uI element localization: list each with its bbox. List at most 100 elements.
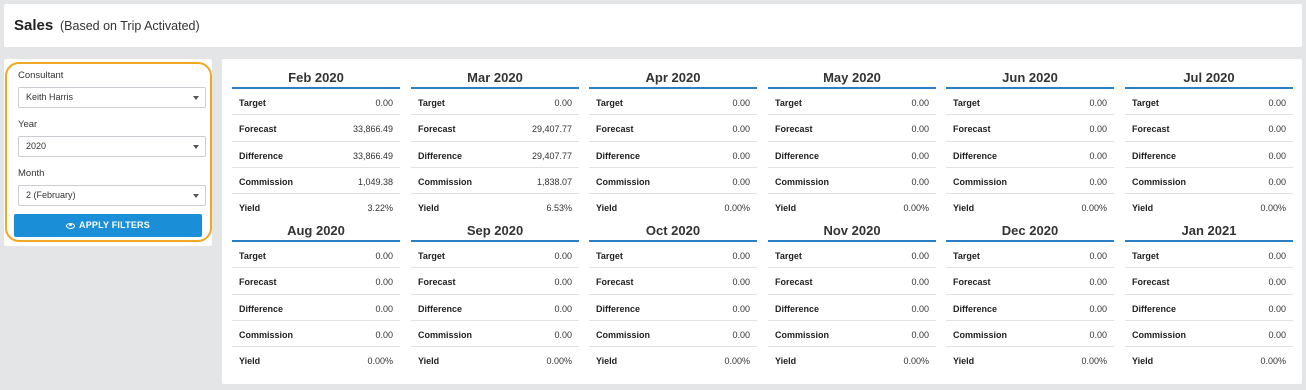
metric-value: 0.00% <box>903 203 929 214</box>
metric-value: 0.00 <box>554 329 572 340</box>
metric-label: Target <box>418 98 445 108</box>
metric-value: 0.00 <box>375 277 393 288</box>
metric-row: Target 0.00 <box>411 242 579 269</box>
month-title: Dec 2020 <box>946 220 1114 242</box>
metric-label: Difference <box>953 150 998 161</box>
metric-row: Commission 0.00 <box>946 321 1114 348</box>
metric-value: 0.00 <box>911 329 929 340</box>
metric-label: Forecast <box>418 124 456 135</box>
metric-value: 1,838.07 <box>536 176 572 187</box>
metric-value: 0.00 <box>911 176 929 187</box>
month-card: Sep 2020 Target 0.00 Forecast 0.00 Difference… <box>411 220 579 373</box>
year-select[interactable]: 2020 <box>18 136 206 157</box>
metric-row: Target 0.00 <box>768 89 936 116</box>
metric-label: Difference <box>239 303 284 314</box>
metric-label: Target <box>775 98 802 108</box>
metric-row: Yield 0.00% <box>1125 194 1293 220</box>
metric-row: Target 0.00 <box>1125 242 1293 269</box>
metric-value: 0.00 <box>554 98 572 108</box>
metric-label: Forecast <box>953 277 991 288</box>
year-label: Year <box>18 119 38 130</box>
month-title: Mar 2020 <box>411 67 579 89</box>
metric-value: 0.00 <box>732 251 750 261</box>
metric-row: Target 0.00 <box>946 242 1114 269</box>
metric-row: Difference 0.00 <box>768 142 936 168</box>
month-title: Oct 2020 <box>589 220 757 242</box>
metric-value: 33,866.49 <box>352 124 393 135</box>
page-subtitle: (Based on Trip Activated) <box>60 19 200 33</box>
metric-row: Target 0.00 <box>589 89 757 116</box>
page-title: Sales <box>14 17 54 34</box>
metric-row: Difference 0.00 <box>946 295 1114 321</box>
metric-label: Commission <box>953 176 1008 187</box>
metric-row: Target 0.00 <box>411 89 579 116</box>
metric-value: 0.00 <box>1089 176 1107 187</box>
metric-label: Yield <box>953 356 975 367</box>
consultant-select[interactable]: Keith Harris <box>18 87 206 108</box>
month-card: Feb 2020 Target 0.00 Forecast 33,866.49 Diffe… <box>232 67 400 220</box>
metric-value: 0.00 <box>732 176 750 187</box>
metric-value: 0.00 <box>554 303 572 314</box>
consultant-select-value: Keith Harris <box>26 92 74 102</box>
metric-row: Difference 33,866.49 <box>232 142 400 168</box>
metric-row: Commission 0.00 <box>1125 168 1293 195</box>
metric-label: Commission <box>775 329 830 340</box>
metric-value: 0.00 <box>1268 329 1286 340</box>
month-card: Dec 2020 Target 0.00 Forecast 0.00 Difference… <box>946 220 1114 373</box>
metric-value: 0.00% <box>546 356 572 367</box>
metric-label: Commission <box>239 176 294 187</box>
month-title: Aug 2020 <box>232 220 400 242</box>
metric-value: 0.00 <box>1089 303 1107 314</box>
apply-filters-button[interactable]: APPLY FILTERS <box>14 214 202 237</box>
metric-label: Difference <box>418 150 463 161</box>
metric-value: 0.00 <box>1089 150 1107 161</box>
metric-value: 0.00% <box>903 356 929 367</box>
metric-value: 0.00 <box>732 329 750 340</box>
metric-row: Commission 0.00 <box>589 321 757 348</box>
metric-label: Difference <box>239 150 284 161</box>
metric-label: Yield <box>596 356 618 367</box>
metric-row: Difference 0.00 <box>1125 295 1293 321</box>
metric-label: Yield <box>418 356 440 367</box>
metric-row: Difference 0.00 <box>232 295 400 321</box>
metric-label: Target <box>418 251 445 261</box>
metric-row: Yield 0.00% <box>411 347 579 373</box>
metric-value: 0.00 <box>911 251 929 261</box>
consultant-label: Consultant <box>18 70 64 81</box>
metric-value: 33,866.49 <box>352 150 393 161</box>
month-card: Jan 2021 Target 0.00 Forecast 0.00 Difference… <box>1125 220 1293 373</box>
metric-value: 0.00 <box>732 150 750 161</box>
metric-row: Difference 0.00 <box>411 295 579 321</box>
metric-label: Forecast <box>1132 124 1170 135</box>
metric-value: 0.00 <box>1268 277 1286 288</box>
metric-row: Difference 0.00 <box>589 142 757 168</box>
metric-row: Forecast 33,866.49 <box>232 115 400 142</box>
month-card: Jul 2020 Target 0.00 Forecast 0.00 Difference… <box>1125 67 1293 220</box>
metric-value: 0.00 <box>1089 124 1107 135</box>
metric-label: Commission <box>418 176 473 187</box>
metric-value: 0.00 <box>732 98 750 108</box>
metric-value: 3.22% <box>367 203 393 214</box>
metric-value: 0.00 <box>375 251 393 261</box>
metric-row: Forecast 0.00 <box>1125 115 1293 142</box>
metric-row: Yield 0.00% <box>946 194 1114 220</box>
metric-label: Commission <box>1132 176 1187 187</box>
metric-label: Target <box>953 98 980 108</box>
metric-row: Forecast 0.00 <box>589 268 757 295</box>
month-title: Apr 2020 <box>589 67 757 89</box>
month-select[interactable]: 2 (February) <box>18 185 206 206</box>
metric-value: 0.00% <box>367 356 393 367</box>
metric-value: 0.00% <box>724 203 750 214</box>
metric-label: Forecast <box>775 277 813 288</box>
metric-label: Forecast <box>239 124 277 135</box>
metric-value: 0.00 <box>1268 176 1286 187</box>
metric-label: Forecast <box>596 277 634 288</box>
metric-row: Target 0.00 <box>589 242 757 269</box>
metric-row: Difference 0.00 <box>768 295 936 321</box>
metric-label: Difference <box>596 303 641 314</box>
month-title: Jul 2020 <box>1125 67 1293 89</box>
metric-value: 0.00 <box>554 277 572 288</box>
metric-value: 0.00% <box>1081 356 1107 367</box>
month-title: Nov 2020 <box>768 220 936 242</box>
chevron-down-icon <box>193 194 199 198</box>
